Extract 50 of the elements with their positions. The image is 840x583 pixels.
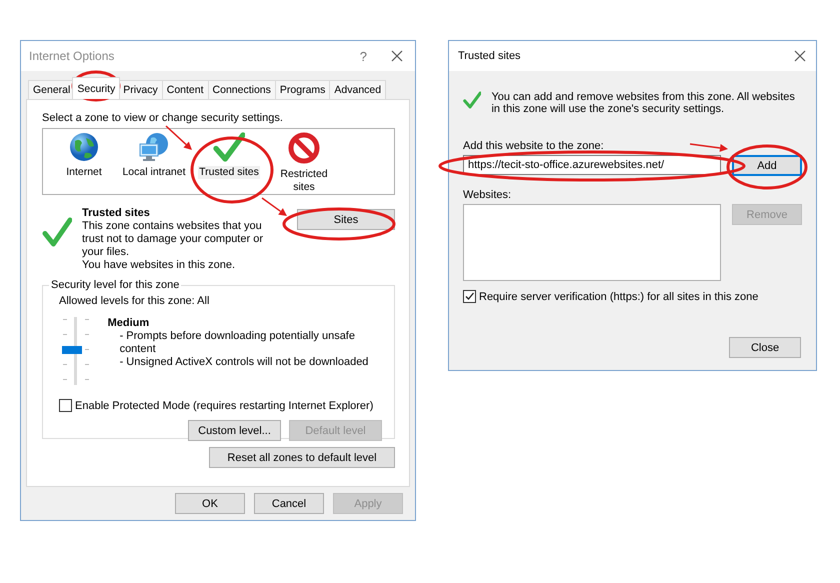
website-input[interactable]: https://tecit-sto-office.azurewebsites.net/	[463, 155, 721, 175]
checkbox[interactable]	[463, 290, 476, 303]
close-button[interactable]: Close	[729, 337, 801, 358]
help-button[interactable]: ?	[360, 48, 367, 64]
level-name: Medium	[108, 317, 150, 330]
zone-item[interactable]: Trusted sites	[198, 166, 260, 179]
list-label: Websites:	[463, 189, 512, 201]
level-slider[interactable]	[59, 317, 92, 387]
tick-icon	[464, 291, 475, 302]
globe-icon	[69, 132, 99, 162]
annotation-ellipse	[72, 70, 120, 102]
no-entry-icon	[288, 132, 320, 164]
zone-item[interactable]: Restricted sites	[278, 168, 330, 194]
zone-title: Trusted sites	[82, 207, 151, 220]
annotation-arrow	[690, 143, 728, 152]
checkbox[interactable]	[59, 399, 72, 412]
close-icon[interactable]	[391, 50, 403, 62]
ok-button[interactable]: OK	[175, 493, 245, 514]
zone-item[interactable]: Local intranet	[121, 166, 187, 179]
annotation-arrow	[262, 197, 287, 216]
zone-description: This zone contains websites that you trust not to damage your computer or your files.	[82, 220, 264, 259]
group-label: Security level for this zone	[50, 279, 180, 291]
tab[interactable]: Programs	[274, 80, 330, 99]
check-icon	[42, 217, 72, 247]
reset-zones-button[interactable]: Reset all zones to default level	[209, 447, 395, 468]
level-description: - Prompts before downloading potentially unsafe content	[118, 330, 356, 356]
check-icon	[213, 132, 245, 162]
info-text: You can add and remove websites from this zone. All websites in this zone will use the zone's security settings.	[491, 91, 796, 115]
add-button[interactable]: Add	[732, 155, 802, 176]
allowed-levels: Allowed levels for this zone: All	[59, 295, 210, 307]
custom-level-button[interactable]: Custom level...	[188, 420, 281, 441]
window-title: Internet Options	[29, 49, 116, 63]
annotation-arrow	[166, 125, 192, 150]
tab[interactable]: Privacy	[118, 80, 163, 99]
level-description: - Unsigned ActiveX controls will not be downloaded	[118, 356, 370, 369]
close-icon[interactable]	[794, 50, 806, 62]
globe-monitor-icon	[137, 132, 171, 162]
zone-note: You have websites in this zone.	[82, 259, 236, 272]
slider-thumb[interactable]	[62, 346, 82, 354]
cancel-button[interactable]: Cancel	[254, 493, 324, 514]
zone-item[interactable]: Internet	[65, 166, 103, 179]
checkbox-label: Enable Protected Mode (requires restarting Internet Explorer)	[75, 400, 374, 412]
zone-prompt: Select a zone to view or change security settings.	[42, 112, 284, 124]
window-title: Trusted sites	[458, 50, 522, 62]
tab[interactable]: Connections	[208, 80, 276, 99]
tab[interactable]: Advanced	[329, 80, 386, 99]
checkbox-label: Require server verification (https:) for all sites in this zone	[479, 290, 758, 302]
tab[interactable]: Security	[72, 77, 120, 99]
tab[interactable]: Content	[162, 80, 209, 99]
field-label: Add this website to the zone:	[463, 140, 604, 152]
